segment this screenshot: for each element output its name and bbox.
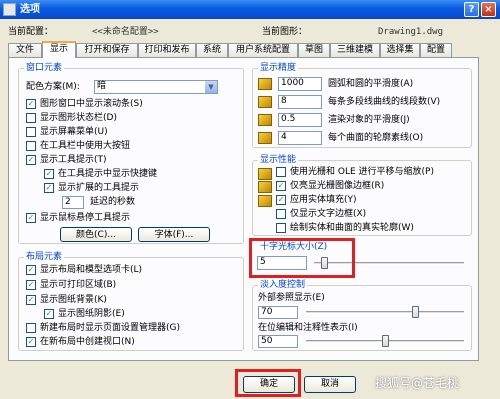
render-smoothness-label: 渲染对象的平滑度(J)	[328, 115, 410, 125]
paper-background-checkbox[interactable]: ✓	[26, 295, 36, 305]
extended-tooltips-label: 显示扩展的工具提示	[58, 183, 140, 193]
text-frame-label: 仅显示文字边框(X)	[290, 209, 367, 219]
color-scheme-label: 配色方案(M):	[26, 82, 80, 92]
tab-3d-modeling[interactable]: 三维建模	[330, 43, 380, 57]
resolution-icon	[258, 96, 272, 108]
scrollbars-checkbox[interactable]: ✓	[26, 99, 36, 109]
tab-system[interactable]: 系统	[196, 43, 228, 57]
current-profile-value: <<未命名配置>>	[92, 27, 159, 37]
large-buttons-label: 在工具栏中使用大按钮	[40, 141, 131, 151]
display-resolution-title: 显示精度	[258, 63, 299, 74]
tab-drafting[interactable]: 草图	[298, 43, 330, 57]
create-viewport-label: 在新布局中创建视口(N)	[40, 337, 135, 347]
app-icon	[3, 3, 16, 16]
inplace-edit-input[interactable]: 50	[258, 335, 298, 348]
options-dialog: 选项 ? × 当前配置： <<未命名配置>> 当前图形： Drawing1.dw…	[0, 0, 500, 399]
shortcut-keys-checkbox[interactable]: ✓	[44, 169, 54, 179]
paper-shadow-label: 显示图纸阴影(E)	[58, 309, 125, 319]
help-button[interactable]: ?	[464, 2, 479, 17]
layout-tabs-checkbox[interactable]: ✓	[26, 265, 36, 275]
performance-icon	[258, 181, 272, 193]
layout-elements-title: 布局元素	[24, 252, 65, 263]
contour-lines-input[interactable]: 4	[278, 131, 322, 145]
tooltips-checkbox[interactable]: ✓	[26, 155, 36, 165]
ok-highlight-box	[235, 369, 301, 397]
window-elements-title: 窗口元素	[24, 63, 65, 74]
xref-display-input[interactable]: 70	[258, 306, 298, 319]
paper-shadow-checkbox[interactable]: ✓	[44, 309, 54, 319]
screen-menu-label: 显示屏幕菜单(U)	[40, 127, 108, 137]
xref-slider-thumb[interactable]	[411, 306, 419, 318]
fonts-button[interactable]: 字体(F)...	[138, 227, 210, 242]
status-bar-checkbox[interactable]	[26, 113, 36, 123]
resolution-icon	[258, 114, 272, 126]
text-frame-checkbox[interactable]	[276, 209, 286, 219]
solid-fill-label: 应用实体填充(Y)	[290, 195, 357, 205]
arc-smoothness-input[interactable]: 1000	[278, 77, 322, 91]
create-viewport-checkbox[interactable]: ✓	[26, 337, 36, 347]
color-scheme-value: 暗	[97, 81, 107, 91]
tab-user-preferences[interactable]: 用户系统配置	[228, 43, 298, 57]
current-profile-label: 当前配置：	[8, 27, 54, 37]
tab-files[interactable]: 文件	[8, 43, 42, 57]
shortcut-keys-label: 在工具提示中显示快捷键	[58, 169, 158, 179]
tab-display[interactable]: 显示	[42, 41, 76, 58]
extended-tooltips-checkbox[interactable]: ✓	[44, 183, 54, 193]
watermark-text: 搜狐号@苍毛桃	[375, 376, 460, 390]
current-drawing-label: 当前图形：	[262, 27, 308, 37]
layout-tabs-label: 显示布局和模型选项卡(L)	[40, 265, 143, 275]
tab-plot-publish[interactable]: 打印和发布	[138, 43, 196, 57]
performance-icon	[258, 168, 272, 180]
printable-area-label: 显示可打印区域(B)	[40, 280, 117, 290]
cancel-button[interactable]: 取消	[304, 376, 356, 393]
screen-menu-checkbox[interactable]	[26, 127, 36, 137]
scrollbars-label: 图形窗口中显示滚动条(S)	[40, 99, 143, 109]
title-bar: 选项 ? ×	[0, 0, 500, 19]
contour-lines-label: 每个曲面的轮廓素线(O)	[328, 133, 424, 143]
tooltips-label: 显示工具提示(T)	[40, 155, 107, 165]
page-setup-checkbox[interactable]	[26, 323, 36, 333]
close-button[interactable]: ×	[481, 2, 496, 17]
raster-ole-label: 使用光栅和 OLE 进行平移与缩放(P)	[290, 167, 434, 177]
page-setup-label: 新建布局时显示页面设置管理器(G)	[40, 323, 180, 333]
display-performance-title: 显示性能	[258, 155, 299, 166]
crosshair-highlight-box	[249, 238, 355, 278]
raster-frame-checkbox[interactable]: ✓	[276, 181, 286, 191]
resolution-icon	[258, 132, 272, 144]
paper-background-label: 显示图纸背景(K)	[40, 295, 107, 305]
xref-display-label: 外部参照显示(E)	[258, 293, 325, 303]
render-smoothness-input[interactable]: 0.5	[278, 113, 322, 127]
fade-control-title: 淡入度控制	[258, 280, 308, 291]
polyline-segments-label: 每条多段线曲线的线段数(V)	[328, 97, 441, 107]
solid-fill-checkbox[interactable]: ✓	[276, 195, 286, 205]
window-title: 选项	[20, 4, 40, 15]
raster-frame-label: 仅亮显光栅图像边框(R)	[290, 181, 385, 191]
xref-slider-track[interactable]	[306, 311, 464, 314]
status-bar-label: 显示图形状态栏(D)	[40, 113, 117, 123]
rollover-tooltips-label: 显示鼠标悬停工具提示	[40, 213, 131, 223]
large-buttons-checkbox[interactable]	[26, 141, 36, 151]
rollover-tooltips-checkbox[interactable]: ✓	[26, 213, 36, 223]
arc-smoothness-label: 圆弧和圆的平滑度(A)	[328, 79, 414, 89]
delay-seconds-input[interactable]: 2	[62, 196, 84, 209]
current-drawing-value: Drawing1.dwg	[378, 27, 444, 37]
performance-icon	[258, 195, 272, 207]
colors-button[interactable]: 颜色(C)...	[60, 227, 132, 242]
tab-profiles[interactable]: 配置	[420, 43, 452, 57]
polyline-segments-input[interactable]: 8	[278, 95, 322, 109]
inplace-edit-label: 在位编辑和注释性表示(I)	[258, 323, 358, 333]
printable-area-checkbox[interactable]: ✓	[26, 280, 36, 290]
chevron-down-icon: ▼	[205, 81, 217, 93]
inplace-slider-thumb[interactable]	[381, 335, 389, 347]
raster-ole-checkbox[interactable]	[276, 167, 286, 177]
color-scheme-select[interactable]: 暗 ▼	[94, 80, 218, 94]
resolution-icon	[258, 78, 272, 90]
tab-open-save[interactable]: 打开和保存	[76, 43, 138, 57]
silhouettes-checkbox[interactable]	[276, 223, 286, 233]
tab-selection[interactable]: 选择集	[380, 43, 420, 57]
silhouettes-label: 绘制实体和曲面的真实轮廓(W)	[290, 223, 414, 233]
delay-seconds-label: 延迟的秒数	[90, 197, 136, 207]
